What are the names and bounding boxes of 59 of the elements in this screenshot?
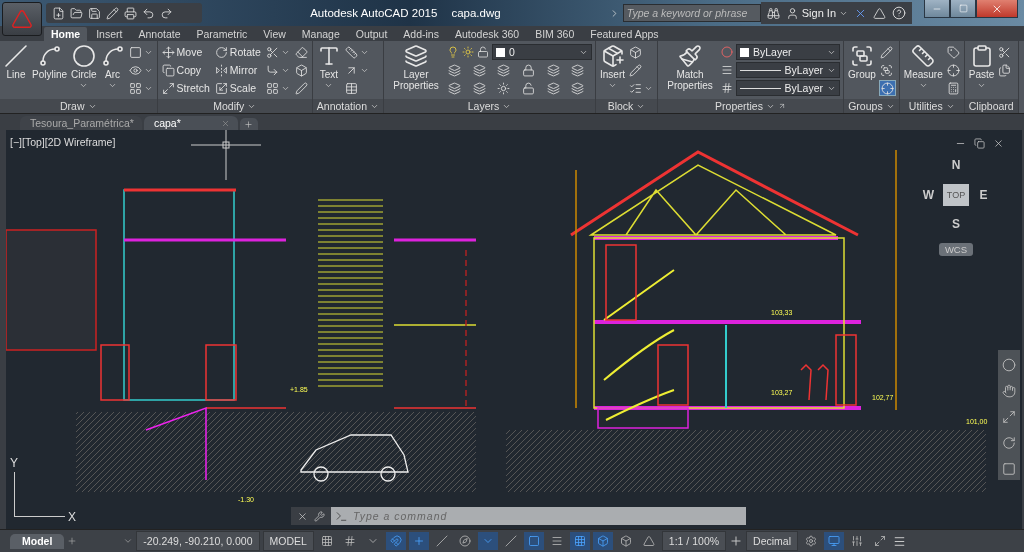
panel-title[interactable]: Clipboard: [964, 99, 1018, 113]
lineweight-dropdown[interactable]: ByLayer: [736, 80, 841, 96]
tool-button[interactable]: Arc: [99, 44, 126, 90]
window-title: Autodesk AutoCAD 2015: [310, 7, 438, 19]
tool-button[interactable]: Copy: [160, 62, 211, 78]
search-field[interactable]: Type a keyword or phrase: [622, 4, 761, 22]
panel-title[interactable]: Draw: [0, 99, 157, 113]
color-dropdown[interactable]: ByLayer: [736, 44, 841, 60]
ribbon-tab[interactable]: View: [256, 27, 293, 41]
file-tab[interactable]: capa*: [143, 116, 238, 130]
tool-button[interactable]: Paste: [967, 44, 996, 90]
tool-button[interactable]: Rotate: [213, 44, 262, 60]
linetype-dropdown[interactable]: ByLayer: [736, 62, 841, 78]
panel-title[interactable]: Layers: [384, 99, 595, 113]
ribbon-tab[interactable]: Add-ins: [396, 27, 446, 41]
ribbon-tab[interactable]: Parametric: [189, 27, 255, 41]
axis-label: Y: [10, 457, 18, 469]
panel-title[interactable]: Annotation: [312, 99, 383, 113]
compass-letter: S: [952, 217, 960, 232]
file-tab[interactable]: Tesoura_Paramétrica*: [20, 116, 142, 130]
viewport-label[interactable]: [−][Top][2D Wireframe]: [10, 136, 116, 148]
panel-title[interactable]: Block: [596, 99, 658, 113]
coordinates-readout: -20.249, -90.210, 0.000: [136, 531, 260, 551]
panel-title[interactable]: Groups: [844, 99, 899, 113]
ribbon-tab[interactable]: Home: [44, 27, 88, 41]
ribbon-tab[interactable]: Output: [348, 27, 395, 41]
units-dropdown[interactable]: Decimal: [746, 531, 798, 551]
layout-tab[interactable]: Model: [10, 533, 65, 549]
tool-button[interactable]: Layer Properties: [387, 44, 445, 91]
view-cube-face[interactable]: TOP: [943, 183, 969, 206]
tool-button[interactable]: Match Properties: [661, 44, 720, 91]
tool-button[interactable]: Insert: [599, 44, 627, 90]
tool-button[interactable]: Text: [315, 44, 342, 90]
layer-dropdown[interactable]: 0: [492, 44, 592, 60]
ribbon-tab[interactable]: Autodesk 360: [447, 27, 527, 41]
annotation-scale[interactable]: 1:1 / 100%: [661, 531, 727, 551]
ribbon-tab[interactable]: Manage: [294, 27, 347, 41]
axis-label: X: [68, 511, 76, 523]
compass-letter: N: [951, 157, 961, 172]
panel-title[interactable]: Properties: [658, 99, 844, 113]
tool-button[interactable]: Mirror: [213, 62, 262, 78]
file-name: capa.dwg: [451, 7, 501, 19]
panel-title[interactable]: Utilities: [899, 99, 964, 113]
ribbon-tab[interactable]: Annotate: [131, 27, 188, 41]
ribbon-tab[interactable]: BIM 360: [528, 27, 582, 41]
tool-button[interactable]: Circle: [70, 44, 98, 90]
tool-button[interactable]: Group: [847, 44, 877, 80]
tool-button[interactable]: Stretch: [160, 80, 211, 96]
tool-button[interactable]: Polyline: [31, 44, 69, 80]
tool-button[interactable]: Measure: [902, 44, 944, 90]
ribbon-tab[interactable]: Featured Apps: [583, 27, 666, 41]
tool-button[interactable]: Scale: [213, 80, 262, 96]
tool-button[interactable]: Move: [160, 44, 211, 60]
compass-letter: W: [922, 187, 935, 202]
panel-title[interactable]: Modify: [157, 99, 312, 113]
tool-button[interactable]: Line: [3, 44, 29, 80]
ribbon-tab[interactable]: Insert: [89, 27, 130, 41]
compass-letter: E: [979, 187, 988, 202]
model-space-button[interactable]: MODEL: [262, 531, 314, 551]
